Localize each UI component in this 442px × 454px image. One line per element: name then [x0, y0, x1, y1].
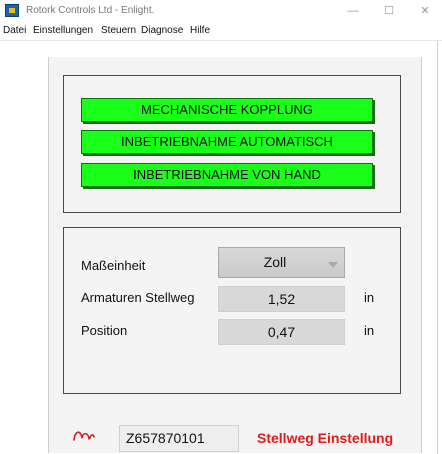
menu-steuern[interactable]: Steuern [101, 25, 136, 36]
settings-panel: Maßeinheit Zoll Armaturen Stellweg 1,52 … [63, 227, 401, 394]
stroke-label: Armaturen Stellweg [81, 290, 195, 305]
unit-dropdown-value: Zoll [263, 254, 287, 270]
stroke-value: 1,52 [218, 286, 345, 312]
manual-commissioning-button[interactable]: INBETRIEBNAHME VON HAND [81, 163, 373, 187]
position-value: 0,47 [218, 319, 345, 345]
position-unit: in [364, 323, 375, 338]
signal-wave-icon [73, 431, 95, 441]
device-id-field: Z657870101 [119, 425, 239, 452]
window-title: Rotork Controls Ltd - Enlight. [26, 5, 155, 16]
minimize-button[interactable]: — [344, 2, 362, 20]
menu-bar: Datei Einstellungen Steuern Diagnose Hil… [0, 22, 442, 41]
commissioning-panel: MECHANISCHE KOPPLUNG INBETRIEBNAHME AUTO… [63, 75, 401, 213]
chevron-down-icon [328, 262, 338, 268]
title-bar: Rotork Controls Ltd - Enlight. — ☐ ✕ [0, 0, 442, 22]
maximize-button[interactable]: ☐ [380, 2, 398, 20]
menu-diagnose[interactable]: Diagnose [141, 25, 183, 36]
unit-label: Maßeinheit [81, 258, 146, 273]
close-button[interactable]: ✕ [416, 2, 434, 20]
client-area: MECHANISCHE KOPPLUNG INBETRIEBNAHME AUTO… [0, 41, 438, 454]
mechanical-coupling-button[interactable]: MECHANISCHE KOPPLUNG [81, 98, 373, 122]
auto-commissioning-button[interactable]: INBETRIEBNAHME AUTOMATISCH [81, 130, 373, 154]
menu-einstellungen[interactable]: Einstellungen [33, 25, 93, 36]
unit-dropdown[interactable]: Zoll [218, 247, 345, 278]
position-label: Position [81, 323, 128, 338]
rotork-app-icon [5, 4, 19, 17]
menu-hilfe[interactable]: Hilfe [190, 25, 210, 36]
main-frame: MECHANISCHE KOPPLUNG INBETRIEBNAHME AUTO… [48, 57, 422, 453]
menu-datei[interactable]: Datei [3, 25, 26, 36]
stroke-unit: in [364, 290, 375, 305]
status-text: Stellweg Einstellung [257, 430, 394, 446]
